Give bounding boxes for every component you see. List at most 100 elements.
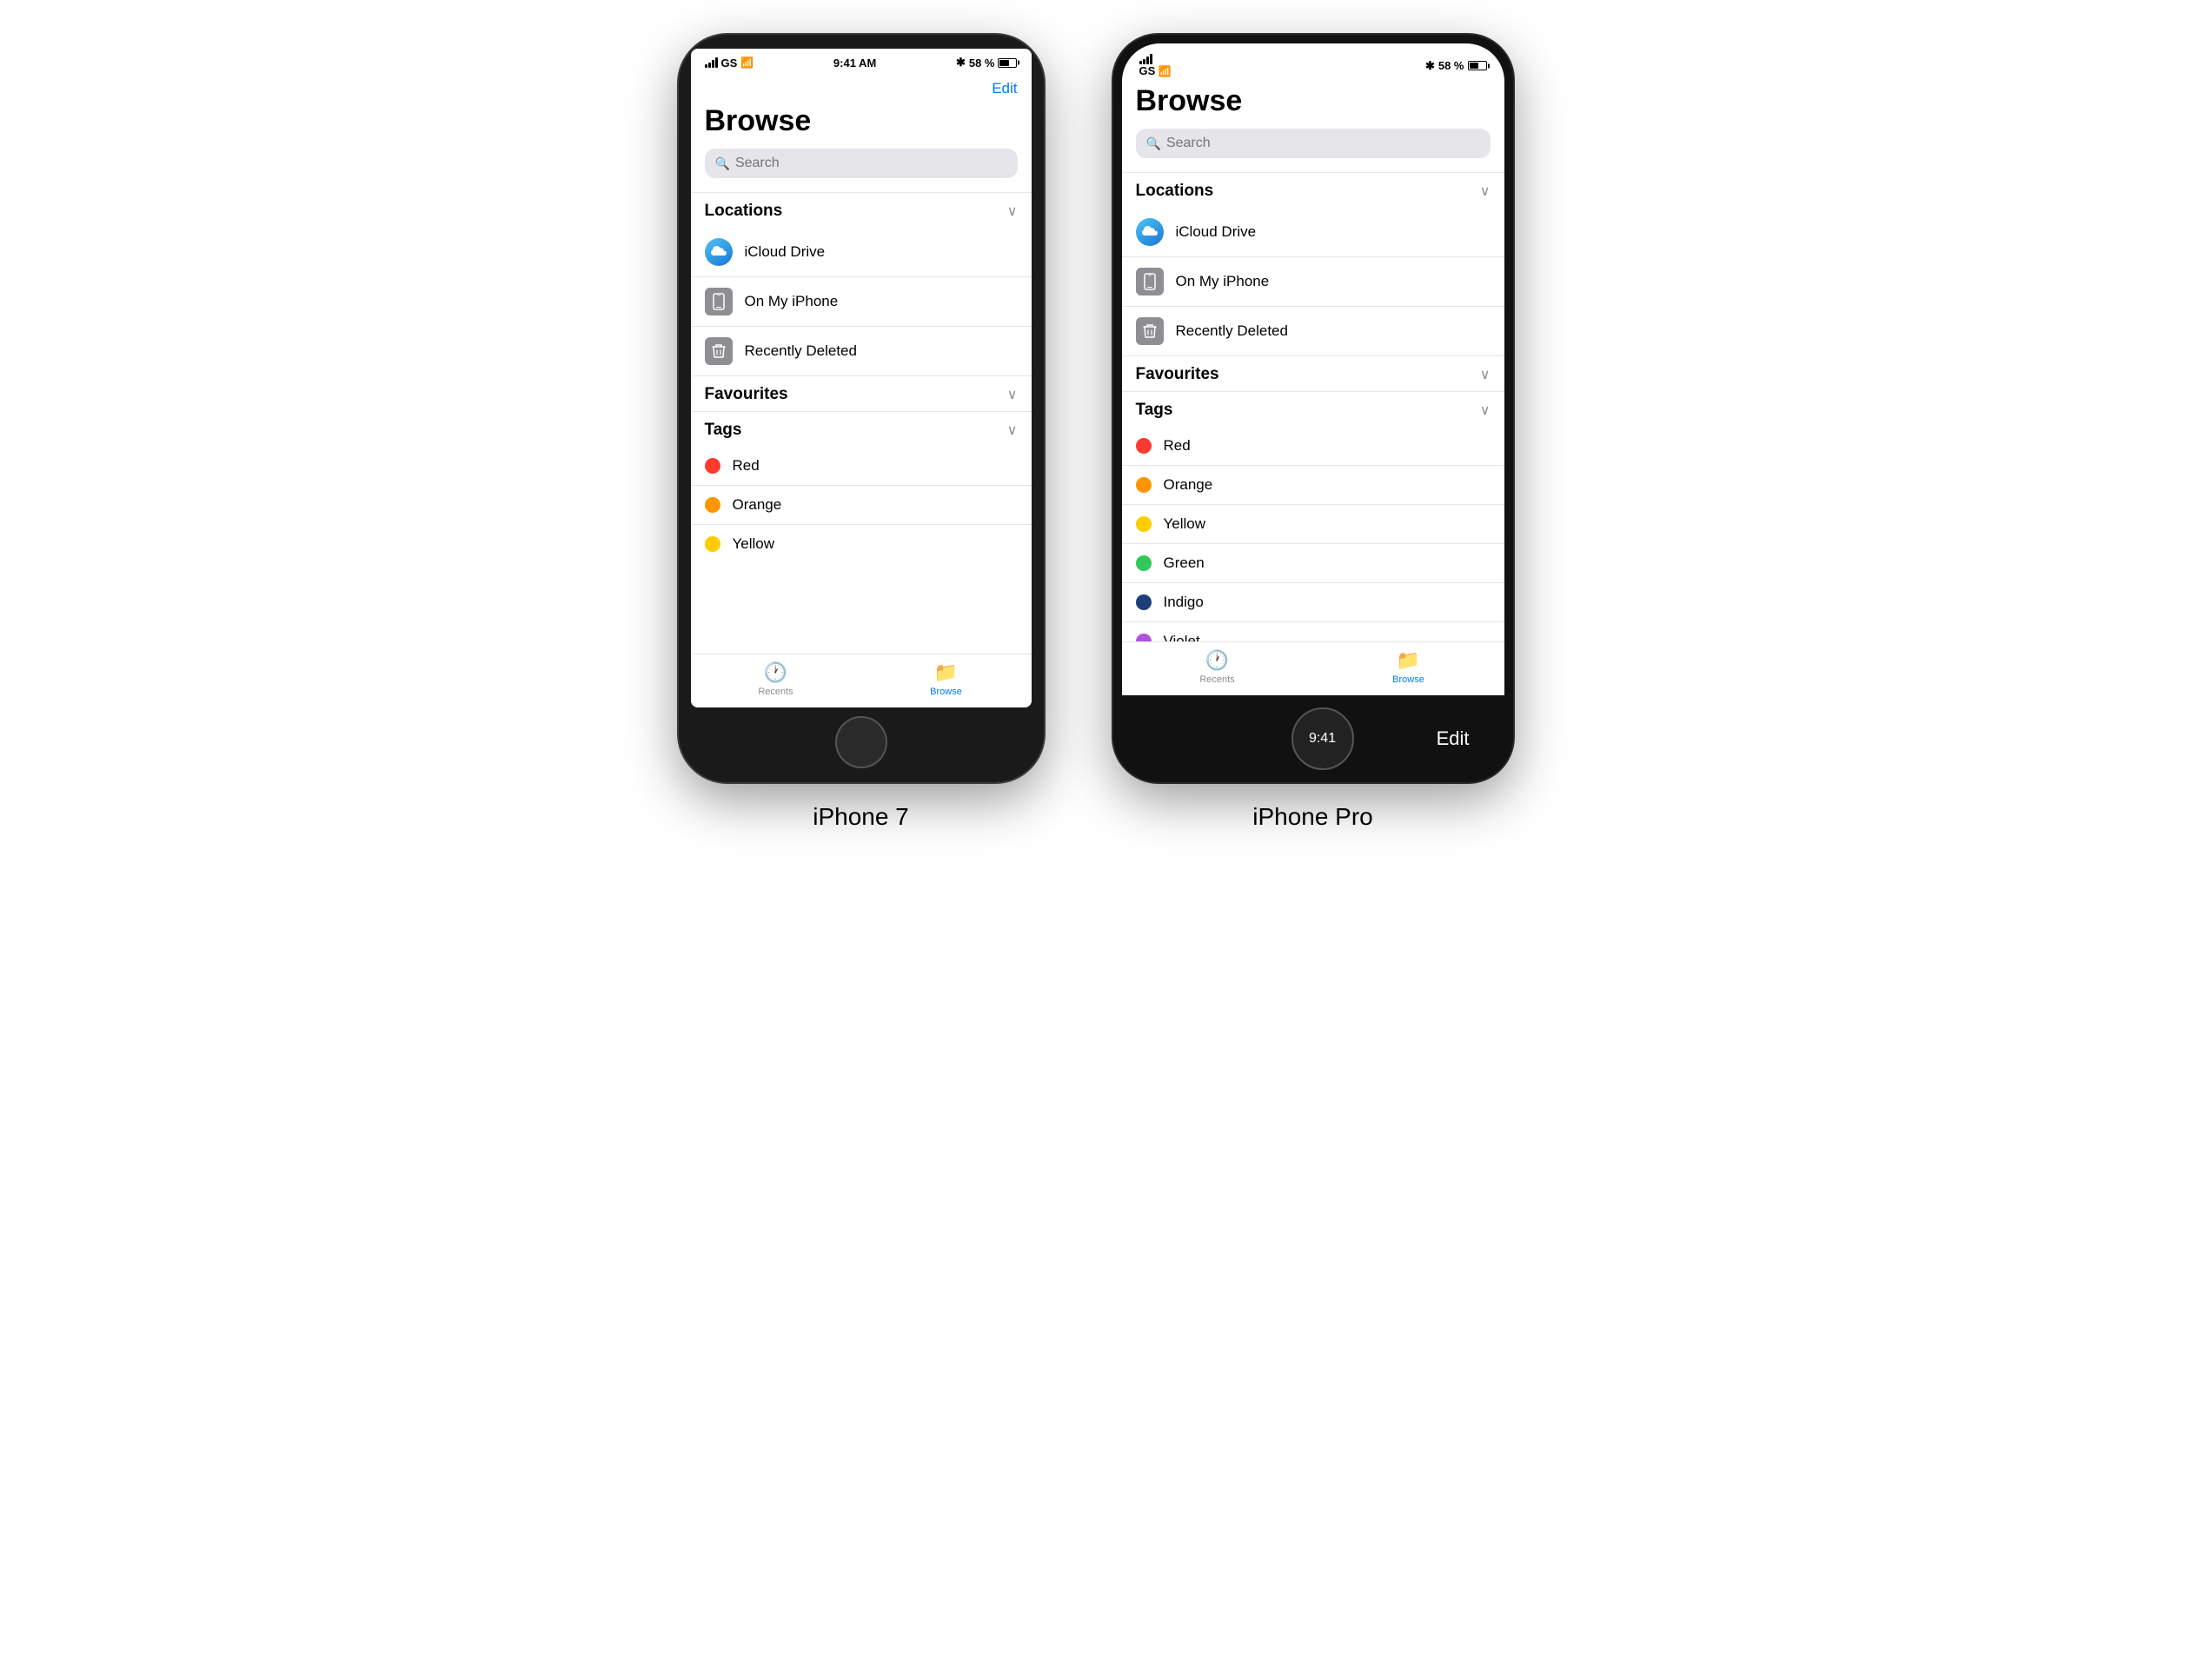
search-icon: 🔍 [715, 156, 730, 171]
pro-edit-button[interactable]: Edit [1437, 727, 1470, 750]
tag-red-label: Red [733, 457, 760, 475]
pro-tag-green-item[interactable]: Green [1122, 543, 1504, 582]
pro-carrier-label: GS [1139, 64, 1156, 77]
iphone-pro-label: iPhone Pro [1252, 803, 1373, 831]
yellow-dot-icon [705, 536, 720, 552]
pro-locations-chevron-icon: ∨ [1480, 183, 1491, 200]
status-right: ✱ 58 % [956, 56, 1018, 70]
signal-area: GS 📶 [705, 56, 754, 70]
pro-locations-list: iCloud Drive On My iPhone [1122, 208, 1504, 355]
screen-content[interactable]: Edit Browse 🔍 Locations ∨ [691, 73, 1032, 654]
header-area: Edit [691, 73, 1032, 101]
battery-icon [998, 58, 1017, 68]
favourites-section-header[interactable]: Favourites ∨ [691, 375, 1032, 411]
pro-browse-label: Browse [1392, 674, 1424, 685]
on-my-iphone-label: On My iPhone [745, 293, 839, 310]
recently-deleted-item[interactable]: Recently Deleted [691, 326, 1032, 375]
pro-tag-violet-label: Violet [1164, 633, 1200, 641]
favourites-title: Favourites [705, 385, 788, 404]
pro-locations-section-header[interactable]: Locations ∨ [1122, 172, 1504, 208]
icloud-drive-item[interactable]: iCloud Drive [691, 228, 1032, 276]
pro-on-my-iphone-item[interactable]: On My iPhone [1122, 256, 1504, 306]
pro-tags-chevron-icon: ∨ [1480, 402, 1491, 419]
pro-favourites-chevron-icon: ∨ [1480, 366, 1491, 383]
pro-on-my-iphone-icon [1136, 268, 1164, 295]
pro-tags-list: Red Orange Yellow Green [1122, 427, 1504, 641]
tab-browse[interactable]: 📁 Browse [861, 661, 1032, 697]
pro-tag-orange-item[interactable]: Orange [1122, 465, 1504, 504]
on-my-iphone-icon [705, 288, 733, 315]
pro-browse-title: Browse [1122, 81, 1504, 129]
signal-bars-icon [705, 57, 718, 68]
browse-title: Browse [691, 101, 1032, 149]
pro-tag-violet-item[interactable]: Violet [1122, 621, 1504, 641]
pro-signal-bars-icon [1139, 54, 1172, 64]
pro-screen-content[interactable]: Browse 🔍 Locations ∨ [1122, 81, 1504, 641]
locations-section-header[interactable]: Locations ∨ [691, 192, 1032, 228]
pro-on-my-iphone-label: On My iPhone [1176, 273, 1270, 290]
pro-tag-yellow-item[interactable]: Yellow [1122, 504, 1504, 543]
pro-yellow-dot-icon [1136, 516, 1152, 532]
pro-recents-icon: 🕐 [1205, 649, 1229, 672]
pro-battery-icon [1468, 61, 1487, 70]
iphone7-device: GS 📶 9:41 AM ✱ 58 % Edit Browse [679, 35, 1044, 782]
pro-favourites-title: Favourites [1136, 365, 1219, 384]
pro-tab-recents[interactable]: 🕐 Recents [1122, 649, 1313, 685]
pro-bluetooth-icon: ✱ [1425, 59, 1435, 73]
tab-bar: 🕐 Recents 📁 Browse [691, 654, 1032, 707]
on-my-iphone-item[interactable]: On My iPhone [691, 276, 1032, 326]
pro-favourites-section-header[interactable]: Favourites ∨ [1122, 355, 1504, 391]
browse-label: Browse [930, 687, 962, 697]
pro-orange-dot-icon [1136, 477, 1152, 493]
recents-icon: 🕐 [764, 661, 787, 684]
pro-recently-deleted-item[interactable]: Recently Deleted [1122, 306, 1504, 355]
pro-icloud-drive-item[interactable]: iCloud Drive [1122, 208, 1504, 256]
pro-wifi-icon: 📶 [1159, 65, 1172, 77]
pro-locations-title: Locations [1136, 182, 1214, 201]
tab-recents[interactable]: 🕐 Recents [691, 661, 861, 697]
orange-dot-icon [705, 497, 720, 513]
status-bar: GS 📶 9:41 AM ✱ 58 % [691, 49, 1032, 73]
tags-list: Red Orange Yellow [691, 447, 1032, 563]
iphone-pro-device: GS 📶 ✱ 58 % Browse 🔍 [1113, 35, 1513, 782]
bluetooth-icon: ✱ [956, 56, 966, 70]
pro-search-bar[interactable]: 🔍 [1136, 129, 1491, 158]
search-bar[interactable]: 🔍 [705, 149, 1018, 178]
tag-orange-item[interactable]: Orange [691, 485, 1032, 524]
tags-section-header[interactable]: Tags ∨ [691, 411, 1032, 447]
tag-yellow-label: Yellow [733, 535, 775, 553]
pro-red-dot-icon [1136, 438, 1152, 454]
pro-tag-indigo-item[interactable]: Indigo [1122, 582, 1504, 621]
icloud-drive-label: iCloud Drive [745, 243, 826, 261]
iphone7-label: iPhone 7 [813, 803, 909, 831]
pro-tab-bar: 🕐 Recents 📁 Browse [1122, 641, 1504, 695]
wifi-icon: 📶 [740, 56, 754, 69]
pro-icloud-icon [1136, 218, 1164, 246]
tags-title: Tags [705, 421, 742, 440]
pro-search-input[interactable] [1166, 136, 1480, 151]
pro-search-icon: 🔍 [1146, 136, 1161, 151]
pro-tags-section-header[interactable]: Tags ∨ [1122, 391, 1504, 427]
iphone7-screen: GS 📶 9:41 AM ✱ 58 % Edit Browse [691, 49, 1032, 707]
home-button[interactable] [835, 716, 887, 768]
iphone-pro-wrapper: GS 📶 ✱ 58 % Browse 🔍 [1113, 35, 1513, 831]
pro-green-dot-icon [1136, 555, 1152, 571]
pro-tab-browse[interactable]: 📁 Browse [1313, 649, 1504, 685]
pro-tag-orange-label: Orange [1164, 476, 1213, 494]
tag-red-item[interactable]: Red [691, 447, 1032, 485]
carrier-label: GS [721, 56, 738, 70]
pro-recents-label: Recents [1199, 674, 1234, 685]
pro-status-right: ✱ 58 % [1425, 59, 1487, 73]
tag-orange-label: Orange [733, 496, 782, 514]
locations-list: iCloud Drive On My iPhone [691, 228, 1032, 375]
trash-icon [705, 337, 733, 365]
pro-indigo-dot-icon [1136, 594, 1152, 610]
time-label: 9:41 AM [833, 56, 876, 70]
search-input[interactable] [735, 156, 1007, 171]
pro-trash-icon [1136, 317, 1164, 345]
pro-tag-red-item[interactable]: Red [1122, 427, 1504, 465]
pro-recently-deleted-label: Recently Deleted [1176, 322, 1288, 340]
tag-yellow-item[interactable]: Yellow [691, 524, 1032, 563]
pro-bottom-bar: 9:41 Edit [1113, 695, 1513, 782]
edit-button[interactable]: Edit [992, 80, 1017, 97]
